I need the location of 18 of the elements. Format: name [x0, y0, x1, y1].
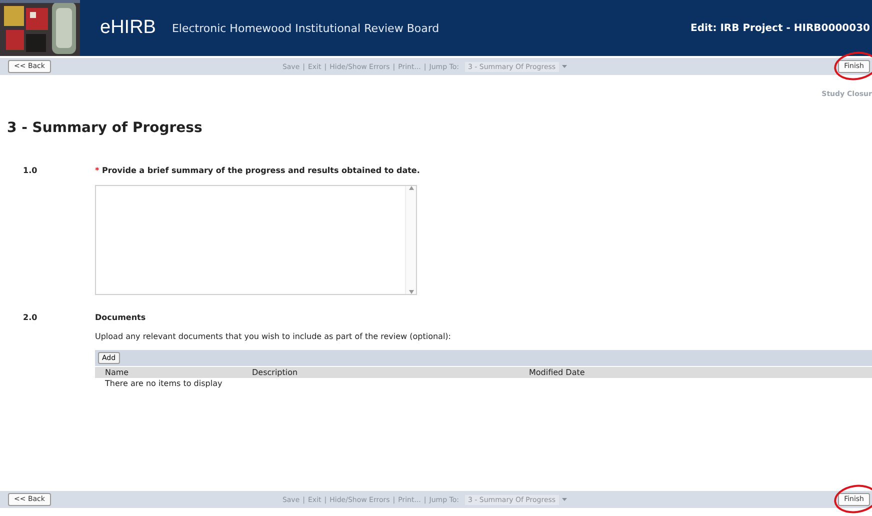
page-title: 3 - Summary of Progress	[7, 120, 202, 136]
column-header: Description	[252, 368, 299, 377]
scroll-up-icon[interactable]	[408, 186, 414, 190]
app-name: eHIRB	[100, 17, 156, 39]
caret-icon[interactable]	[562, 498, 567, 502]
project-title: Edit: IRB Project - HIRB0000030	[690, 22, 870, 34]
question-label: * Provide a brief summary of the progress and results obtained to date.	[95, 166, 421, 175]
question-number: 2.0	[23, 313, 38, 324]
column-header: Name	[105, 368, 130, 377]
scroll-down-icon[interactable]	[408, 290, 414, 294]
instructions-text: Upload any relevant documents that you wish to include as part of the review (optional):	[95, 332, 452, 341]
column-header: Modified Date	[529, 368, 586, 377]
app-subtitle: Electronic Homewood Institutional Review Board	[172, 22, 440, 34]
empty-message: There are no items to display	[104, 378, 224, 389]
summary-textarea[interactable]	[95, 185, 417, 295]
caret-icon[interactable]	[562, 64, 567, 68]
question-number: 1.0	[23, 166, 38, 177]
question-label: Documents	[95, 313, 147, 322]
